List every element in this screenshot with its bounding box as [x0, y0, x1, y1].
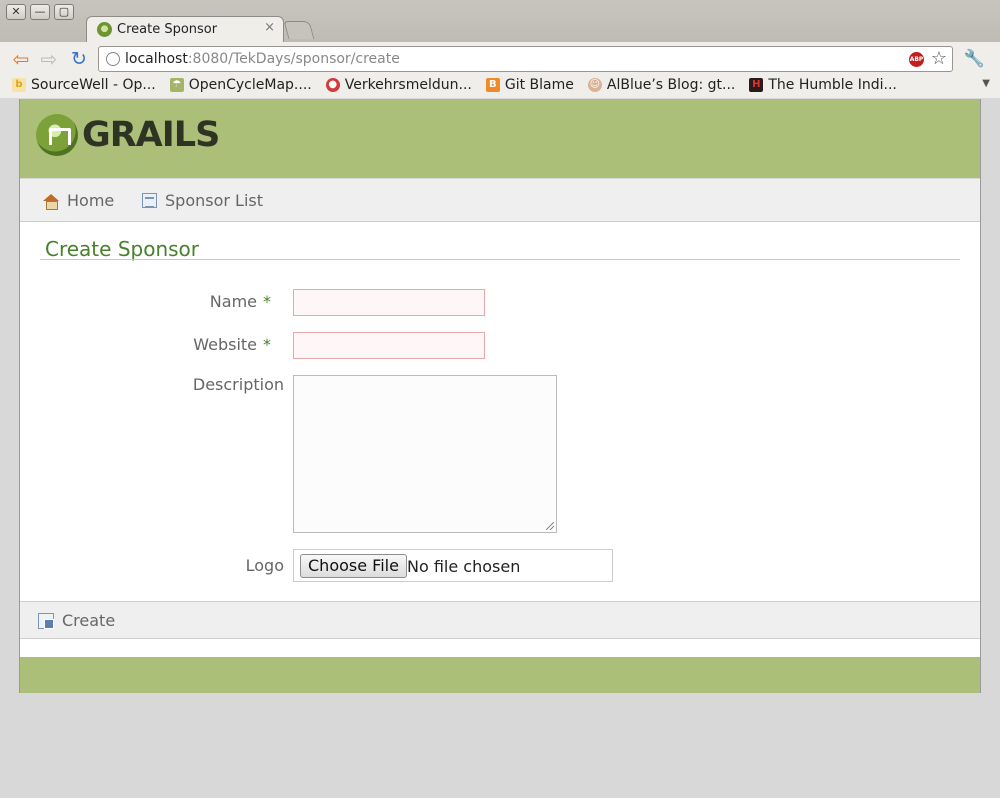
logo-text: GRAILS: [82, 115, 220, 155]
bookmark-label: SourceWell - Op...: [31, 77, 156, 93]
choose-file-button[interactable]: Choose File: [300, 554, 407, 578]
reload-icon[interactable]: ↻: [68, 48, 90, 70]
adblock-icon[interactable]: ABP: [909, 52, 924, 67]
humble-bundle-icon: H: [749, 78, 764, 92]
opencyclemap-icon: ☂: [169, 78, 184, 92]
browser-tab[interactable]: Create Sponsor ×: [86, 16, 284, 42]
forward-arrow-icon[interactable]: ⇨: [38, 48, 60, 70]
nav-bar: Home Sponsor List: [20, 178, 980, 222]
button-bar: Create: [20, 601, 980, 639]
bookmarks-bar: b SourceWell - Op... ☂ OpenCycleMap.... ● V…: [0, 74, 1000, 96]
address-text: localhost:8080/TekDays/sponsor/create: [125, 51, 400, 67]
create-button[interactable]: Create: [38, 611, 115, 630]
description-field[interactable]: [293, 375, 557, 533]
website-field[interactable]: [293, 332, 485, 359]
blogger-icon: B: [485, 78, 500, 92]
bookmark-item[interactable]: b SourceWell - Op...: [12, 77, 156, 93]
tab-close-icon[interactable]: ×: [264, 20, 275, 35]
required-marker: *: [263, 335, 271, 354]
site-header: GRAILS: [20, 99, 980, 178]
resize-grip-icon[interactable]: [546, 522, 554, 530]
list-icon: [142, 193, 157, 208]
grails-logo[interactable]: GRAILS: [36, 114, 220, 156]
file-status: No file chosen: [407, 557, 521, 576]
bookmark-star-icon[interactable]: ☆: [931, 48, 947, 69]
bookmark-label: AlBlue’s Blog: gt...: [606, 77, 736, 93]
grails-logo-icon: [36, 114, 78, 156]
bookmark-item[interactable]: ☺ AlBlue’s Blog: gt...: [587, 77, 736, 93]
bookmark-item[interactable]: H The Humble Indi...: [749, 77, 897, 93]
page-content: GRAILS Home Sponsor List Create Sponsor …: [19, 99, 981, 693]
verkehrsmeldungen-icon: ●: [325, 78, 340, 92]
required-marker: *: [263, 292, 271, 311]
description-label: Description: [192, 375, 284, 394]
title-divider: [40, 259, 960, 260]
nav-home-link[interactable]: Home: [43, 191, 114, 210]
browser-chrome: ✕ — ▢ Create Sponsor × ⇦ ⇨ ↻ localhost:8…: [0, 0, 1000, 98]
nav-home-label: Home: [67, 191, 115, 210]
bookmark-label: Git Blame: [504, 77, 574, 93]
bookmark-label: Verkehrsmeldun...: [344, 77, 472, 93]
url-host: localhost: [125, 51, 188, 67]
bookmark-item[interactable]: B Git Blame: [485, 77, 574, 93]
minimize-window-button[interactable]: —: [30, 4, 50, 20]
name-label-text: Name: [209, 292, 257, 311]
address-bar[interactable]: localhost:8080/TekDays/sponsor/create AB…: [98, 46, 953, 72]
bookmark-label: The Humble Indi...: [768, 77, 897, 93]
new-tab-button[interactable]: [283, 21, 315, 39]
sourcewell-icon: b: [12, 78, 26, 92]
create-label: Create: [62, 611, 116, 630]
page-title: Create Sponsor: [45, 237, 199, 261]
url-path: :8080/TekDays/sponsor/create: [187, 51, 400, 67]
name-label: Name *: [151, 292, 271, 311]
nav-sponsor-list-label: Sponsor List: [165, 191, 263, 210]
name-field[interactable]: [293, 289, 485, 316]
website-label-text: Website: [193, 335, 257, 354]
window-controls: ✕ — ▢: [6, 4, 74, 20]
site-footer: [20, 657, 980, 693]
website-label: Website *: [151, 335, 271, 354]
save-icon: [38, 612, 54, 629]
close-window-button[interactable]: ✕: [6, 4, 26, 20]
logo-file-input[interactable]: Choose File No file chosen: [293, 549, 613, 582]
back-arrow-icon[interactable]: ⇦: [10, 48, 32, 70]
grails-favicon-icon: [97, 22, 112, 37]
chevron-down-icon[interactable]: ▼: [982, 78, 990, 89]
bookmark-item[interactable]: ☂ OpenCycleMap....: [169, 77, 312, 93]
globe-icon: [106, 52, 120, 66]
bookmark-label: OpenCycleMap....: [188, 77, 312, 93]
alblue-avatar-icon: ☺: [587, 78, 602, 92]
browser-toolbar: ⇦ ⇨ ↻ localhost:8080/TekDays/sponsor/cre…: [0, 42, 1000, 98]
home-icon: [43, 193, 59, 210]
nav-sponsor-list-link[interactable]: Sponsor List: [142, 191, 263, 210]
wrench-menu-icon[interactable]: 🔧: [964, 49, 985, 69]
maximize-window-button[interactable]: ▢: [54, 4, 74, 20]
bookmark-item[interactable]: ● Verkehrsmeldun...: [325, 77, 472, 93]
tab-title: Create Sponsor: [117, 22, 218, 37]
logo-label: Logo: [245, 556, 284, 575]
